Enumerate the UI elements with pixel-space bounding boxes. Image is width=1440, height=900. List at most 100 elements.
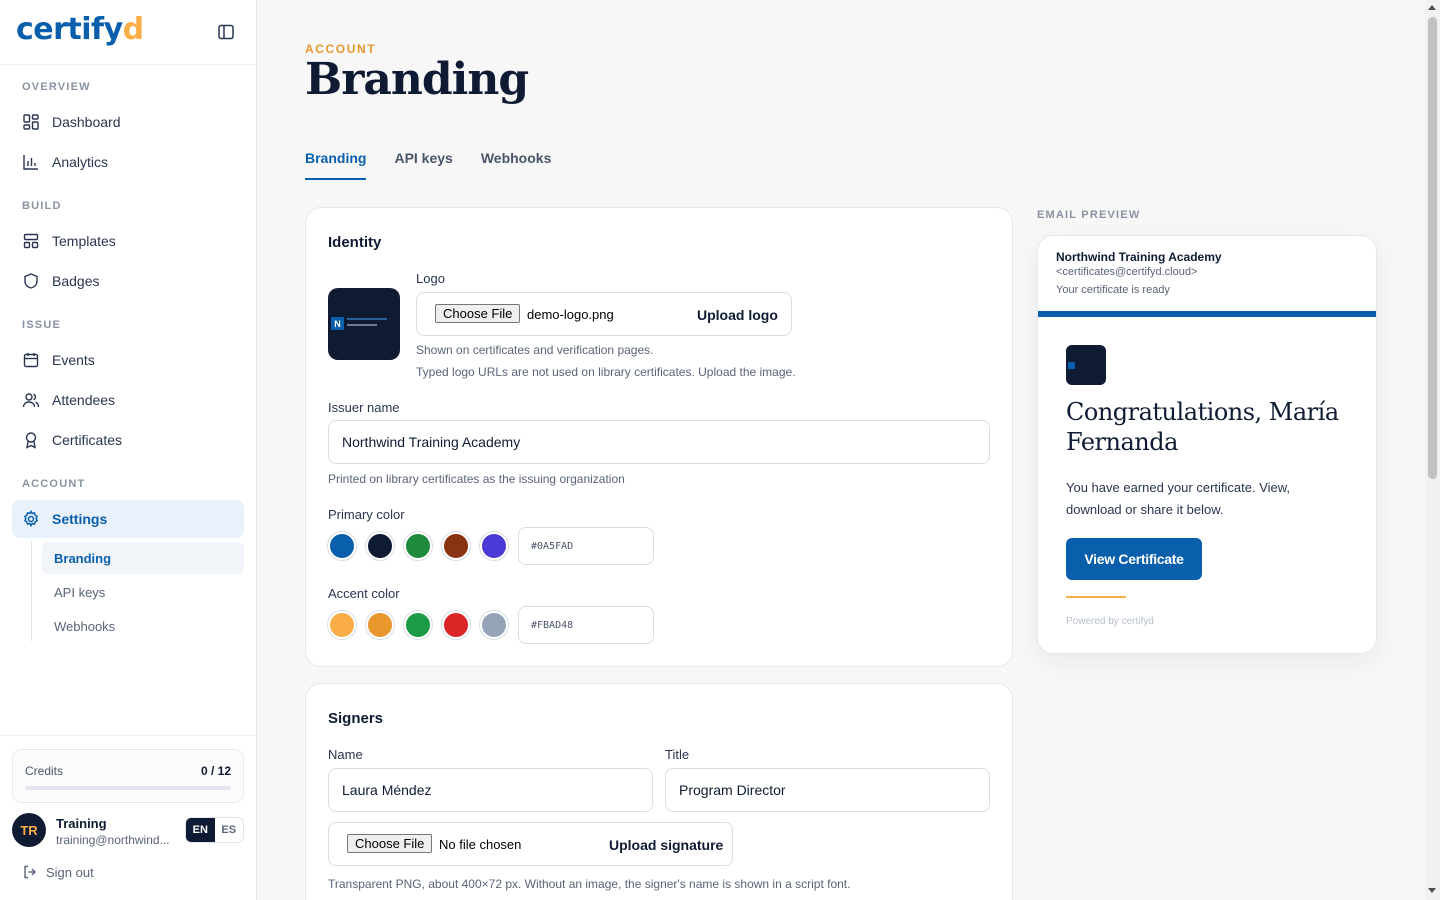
logo-mark: N (331, 317, 344, 330)
sign-out-icon (24, 865, 36, 879)
logo-file-name: demo-logo.png (527, 307, 614, 322)
primary-swatch-purple[interactable] (480, 532, 508, 560)
accent-hex-input[interactable]: #FBAD48 (518, 606, 654, 644)
upload-signature-button[interactable]: Upload signature (609, 837, 723, 853)
primary-hex-input[interactable]: #0A5FAD (518, 527, 654, 565)
credits-progress-bar (25, 786, 231, 790)
scroll-down-arrow-icon[interactable] (1428, 888, 1436, 893)
email-from-name: Northwind Training Academy (1056, 250, 1222, 264)
email-subject: Your certificate is ready (1056, 284, 1170, 296)
logo-tagline-line (347, 324, 377, 326)
issuer-name-hint: Printed on library certificates as the i… (328, 472, 625, 486)
signer-title-label: Title (665, 747, 690, 762)
email-powered-by: Powered by certifyd (1066, 616, 1154, 627)
accent-swatch-orange[interactable] (328, 611, 356, 639)
upload-logo-button[interactable]: Upload logo (697, 307, 778, 323)
email-heading: Congratulations, María Fernanda (1066, 398, 1339, 456)
sidebar-item-badges[interactable]: Badges (12, 262, 244, 300)
signers-title: Signers (328, 710, 384, 727)
logo-hint: Shown on certificates and verification p… (416, 343, 654, 357)
user-name: Training (56, 816, 107, 831)
dashboard-icon (23, 114, 39, 130)
sign-out-label: Sign out (46, 864, 94, 880)
sidebar-item-analytics[interactable]: Analytics (12, 143, 244, 181)
section-account: ACCOUNT (22, 478, 86, 490)
identity-title: Identity (328, 234, 382, 251)
settings-tabs: Branding API keys Webhooks (305, 150, 579, 180)
email-preview-label: EMAIL PREVIEW (1037, 209, 1141, 221)
scroll-up-arrow-icon[interactable] (1428, 5, 1436, 10)
sidebar-footer: Credits 0 / 12 TR Training training@nort… (0, 735, 256, 900)
logo-preview: N (328, 288, 400, 360)
email-logo (1066, 345, 1106, 385)
choose-file-button[interactable]: Choose File (435, 304, 521, 323)
shield-icon (24, 273, 38, 289)
page-scrollbar[interactable] (1425, 0, 1440, 900)
award-icon (25, 432, 37, 449)
credits-card: Credits 0 / 12 (12, 749, 244, 803)
section-issue: ISSUE (22, 319, 62, 331)
certifyd-logo[interactable]: certifyd (16, 12, 144, 47)
sidebar-item-events[interactable]: Events (12, 341, 244, 379)
sign-out-button[interactable]: Sign out (22, 864, 94, 880)
sidebar-item-certificates[interactable]: Certificates (12, 421, 244, 459)
view-certificate-button[interactable]: View Certificate (1066, 538, 1202, 580)
avatar[interactable]: TR (12, 813, 46, 847)
signer-name-label: Name (328, 747, 363, 762)
primary-swatch-brown[interactable] (442, 532, 470, 560)
signer-title-input[interactable]: Program Director (665, 768, 990, 812)
logo-file-input[interactable]: Choose File demo-logo.png Upload logo (416, 292, 792, 336)
sidebar-subitem-api-keys[interactable]: API keys (42, 576, 244, 608)
brand-header: certifyd (0, 0, 256, 65)
sidebar-subitem-branding[interactable]: Branding (42, 542, 244, 574)
sidebar-item-label: Analytics (52, 154, 109, 170)
logo-label: Logo (416, 271, 445, 286)
sidebar-item-templates[interactable]: Templates (12, 222, 244, 260)
subnav-divider (31, 541, 32, 641)
page-title: Branding (305, 54, 529, 105)
tab-branding[interactable]: Branding (305, 150, 367, 180)
sidebar-collapse-icon[interactable] (216, 22, 236, 42)
sidebar-item-label: Templates (52, 233, 116, 249)
primary-swatch-green[interactable] (404, 532, 432, 560)
language-en[interactable]: EN (186, 818, 215, 842)
email-body: You have earned your certificate. View, … (1066, 480, 1291, 517)
primary-swatch-navy[interactable] (366, 532, 394, 560)
bar-chart-icon (23, 155, 38, 170)
tab-api-keys[interactable]: API keys (394, 150, 452, 180)
sidebar-item-label: Events (52, 352, 95, 368)
users-icon (22, 393, 40, 408)
primary-color-label: Primary color (328, 507, 405, 522)
issuer-name-input[interactable]: Northwind Training Academy (328, 420, 990, 464)
credits-label: Credits (25, 764, 64, 778)
credits-value: 0 / 12 (200, 764, 231, 778)
email-accent-bar (1038, 311, 1376, 317)
email-preview-card: Northwind Training Academy <certificates… (1037, 235, 1377, 654)
email-accent-rule (1066, 596, 1126, 598)
logo-wordmark-line (347, 318, 387, 320)
section-build: BUILD (22, 200, 62, 212)
signers-card: Signers Name Title Laura Méndez Program … (305, 683, 1013, 900)
accent-swatch-green[interactable] (404, 611, 432, 639)
scroll-thumb[interactable] (1428, 17, 1437, 479)
section-overview: OVERVIEW (22, 81, 91, 93)
signer-name-input[interactable]: Laura Méndez (328, 768, 653, 812)
primary-swatch-blue[interactable] (328, 532, 356, 560)
signature-file-input[interactable]: Choose File No file chosen Upload signat… (328, 822, 733, 866)
sidebar-item-settings[interactable]: Settings (12, 500, 244, 538)
sidebar-subitem-webhooks[interactable]: Webhooks (42, 610, 244, 642)
sidebar: certifyd OVERVIEW Dashboard Analytics BU… (0, 0, 257, 900)
sidebar-item-attendees[interactable]: Attendees (12, 381, 244, 419)
sidebar-item-dashboard[interactable]: Dashboard (12, 103, 244, 141)
tab-webhooks[interactable]: Webhooks (481, 150, 552, 180)
logo-url-hint: Typed logo URLs are not used on library … (416, 365, 796, 379)
email-logo-mark (1068, 362, 1075, 369)
accent-swatch-amber[interactable] (366, 611, 394, 639)
sidebar-item-label: Dashboard (52, 114, 121, 130)
gear-icon (23, 510, 39, 527)
choose-file-button[interactable]: Choose File (347, 834, 433, 853)
layout-icon (23, 233, 39, 249)
language-es[interactable]: ES (215, 818, 244, 842)
accent-swatch-red[interactable] (442, 611, 470, 639)
accent-swatch-gray[interactable] (480, 611, 508, 639)
